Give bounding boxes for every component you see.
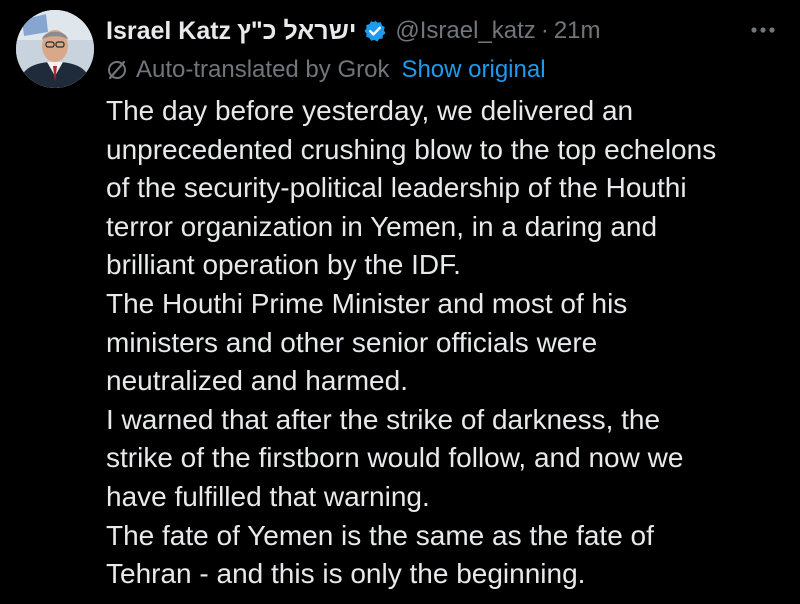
tweet-text-line: The Houthi Prime Minister and most of hi… [106, 287, 628, 319]
tweet-text-line: unprecedented crushing blow to the top e… [106, 133, 717, 165]
tweet-text-line: have fulfilled that warning. [106, 480, 430, 512]
author-display-name[interactable]: Israel Katz [106, 17, 231, 46]
tweet-text-line: Tehran - and this is only the beginning. [106, 558, 586, 590]
tweet-text: The day before yesterday, we delivered a… [106, 92, 786, 594]
tweet-text-line: terror organization in Yemen, in a darin… [106, 210, 658, 242]
tweet-text-line: ministers and other senior officials wer… [106, 326, 598, 358]
author-hebrew-name[interactable]: ישראל כ"ץ [237, 17, 356, 46]
translation-notice: Auto-translated by Grok Show original [106, 54, 546, 86]
grok-slash-icon [106, 59, 128, 81]
tweet-text-line: of the security-political leadership of … [106, 172, 687, 204]
post-timestamp[interactable]: 21m [554, 17, 601, 45]
tweet[interactable]: Israel Katz ישראל כ"ץ @Israel_katz · 21m… [0, 0, 800, 604]
tweet-text-line: neutralized and harmed. [106, 365, 408, 397]
tweet-text-line: brilliant operation by the IDF. [106, 249, 461, 281]
author-handle[interactable]: @Israel_katz [395, 17, 535, 45]
post-header: Israel Katz ישראל כ"ץ @Israel_katz · 21m [106, 14, 601, 48]
verified-badge-icon [363, 19, 387, 43]
separator-dot: · [540, 17, 549, 44]
avatar[interactable] [16, 10, 94, 88]
show-original-link[interactable]: Show original [401, 56, 545, 84]
auto-translated-label: Auto-translated by Grok [136, 56, 390, 83]
avatar-photo [16, 10, 94, 88]
tweet-text-line: I warned that after the strike of darkne… [106, 403, 661, 435]
tweet-text-line: The day before yesterday, we delivered a… [106, 95, 634, 126]
tweet-text-line: strike of the firstborn would follow, an… [106, 442, 684, 474]
tweet-text-line: The fate of Yemen is the same as the fat… [106, 519, 654, 551]
more-options-icon[interactable] [748, 20, 778, 40]
